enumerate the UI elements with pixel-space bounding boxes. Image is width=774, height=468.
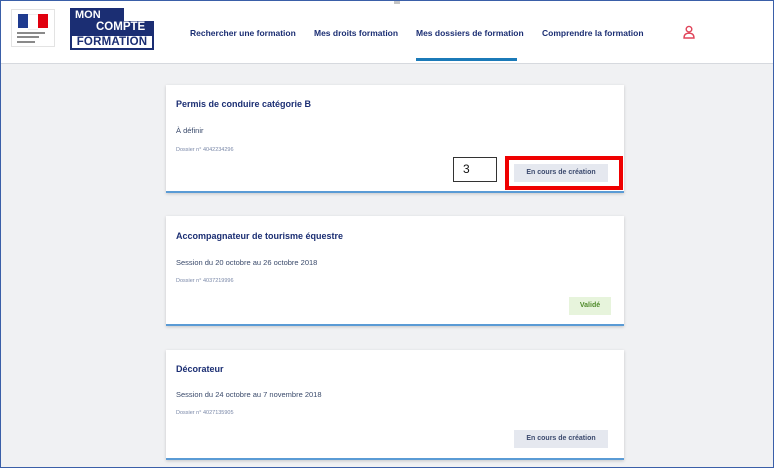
republique-francaise-logo[interactable] (11, 9, 55, 47)
dossier-session: Session du 24 octobre au 7 novembre 2018 (176, 390, 322, 399)
user-icon[interactable] (682, 25, 696, 39)
logo-text-line (17, 41, 35, 43)
dossier-title: Permis de conduire catégorie B (176, 99, 312, 109)
nav-comprendre-formation[interactable]: Comprendre la formation (542, 28, 644, 38)
logo-text-line (17, 36, 39, 38)
logo-word-formation: FORMATION (70, 34, 154, 50)
nav-mes-dossiers-formation[interactable]: Mes dossiers de formation (416, 28, 524, 38)
dossier-title: Décorateur (176, 364, 224, 374)
mon-compte-formation-logo[interactable]: MON COMPTE FORMATION (70, 8, 156, 50)
status-badge[interactable]: En cours de création (514, 430, 608, 448)
dossier-title: Accompagnateur de tourisme équestre (176, 231, 344, 241)
screenshot-frame: MON COMPTE FORMATION Rechercher une form… (0, 0, 774, 468)
dossier-card[interactable]: Accompagnateur de tourisme équestre Sess… (166, 216, 624, 326)
dossier-session: À définir (176, 126, 204, 135)
site-header: MON COMPTE FORMATION Rechercher une form… (1, 1, 773, 64)
dossier-card[interactable]: Décorateur Session du 24 octobre au 7 no… (166, 350, 624, 460)
status-badge[interactable]: Validé (569, 297, 611, 315)
dossier-number: Dossier n° 4042234296 (176, 147, 234, 153)
step-callout: 3 (453, 157, 497, 182)
nav-mes-droits-formation[interactable]: Mes droits formation (314, 28, 398, 38)
logo-text-line (17, 32, 45, 34)
nav-active-underline (416, 58, 517, 61)
dossier-number: Dossier n° 4027135905 (176, 410, 234, 416)
nav-rechercher-formation[interactable]: Rechercher une formation (190, 28, 296, 38)
logo-word-mon: MON (75, 9, 101, 21)
header-divider-mark (394, 1, 400, 4)
french-flag-icon (18, 14, 48, 30)
highlight-box (505, 156, 623, 190)
dossier-number: Dossier n° 4037219996 (176, 278, 234, 284)
logo-word-compte: COMPTE (92, 21, 154, 34)
dossier-session: Session du 20 octobre au 26 octobre 2018 (176, 258, 318, 267)
